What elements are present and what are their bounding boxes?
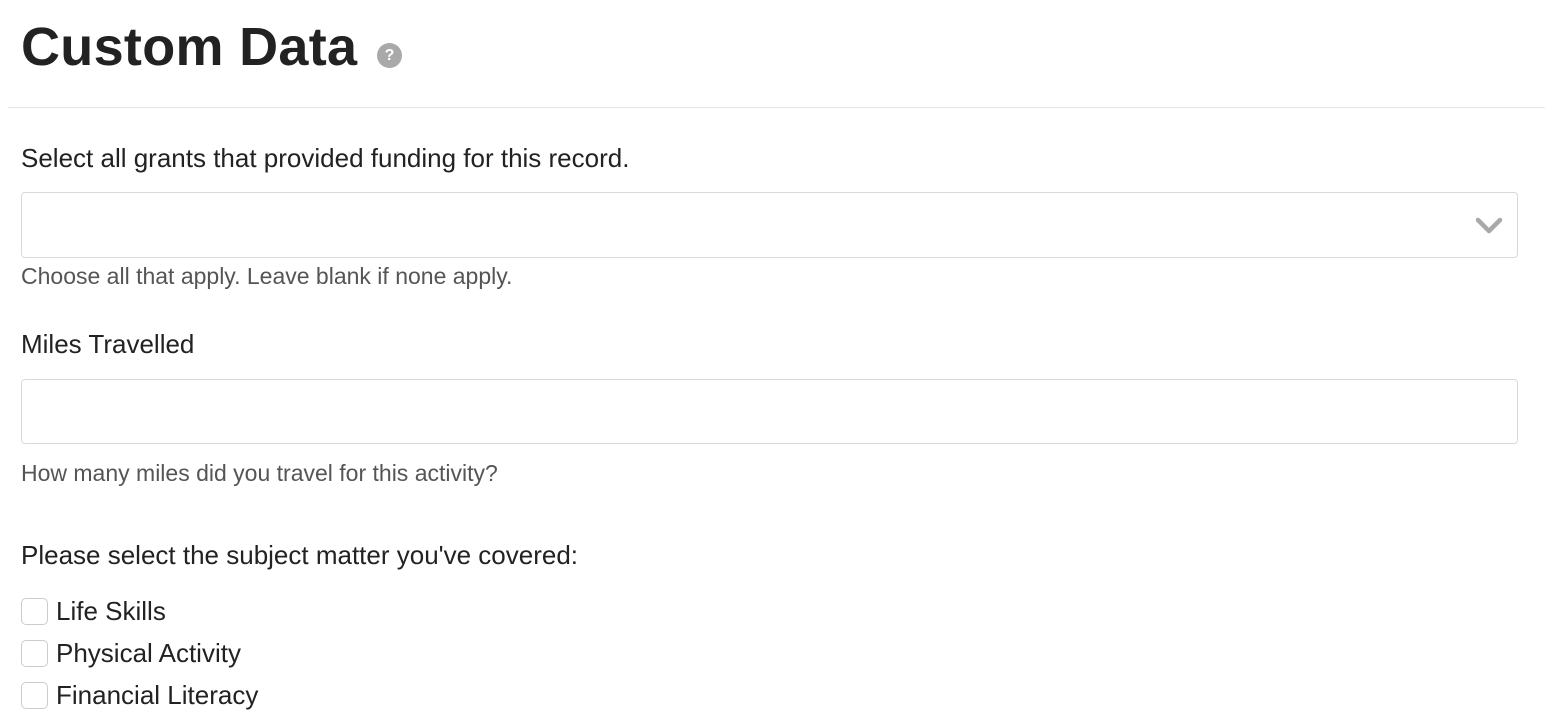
header-divider — [8, 107, 1545, 108]
checkbox[interactable] — [21, 597, 48, 625]
checkbox[interactable] — [21, 681, 48, 709]
help-icon[interactable]: ? — [377, 43, 402, 68]
grants-label: Select all grants that provided funding … — [21, 143, 630, 173]
checkbox-label: Physical Activity — [56, 638, 241, 668]
subject-option-financial-literacy[interactable]: Financial Literacy — [21, 680, 258, 710]
checkbox[interactable] — [21, 639, 48, 667]
miles-label: Miles Travelled — [21, 329, 195, 359]
miles-help-text: How many miles did you travel for this a… — [21, 460, 498, 486]
grants-select[interactable] — [21, 192, 1518, 258]
subjects-label: Please select the subject matter you've … — [21, 540, 579, 570]
subject-option-life-skills[interactable]: Life Skills — [21, 596, 166, 626]
checkbox-label: Life Skills — [56, 596, 166, 626]
checkbox-label: Financial Literacy — [56, 680, 259, 710]
page-header: Custom Data ? — [0, 0, 1545, 108]
chevron-down-icon — [1475, 217, 1503, 234]
miles-input[interactable] — [21, 379, 1518, 444]
page-title: Custom Data — [21, 17, 358, 77]
subject-option-physical-activity[interactable]: Physical Activity — [21, 638, 241, 668]
grants-help-text: Choose all that apply. Leave blank if no… — [21, 263, 513, 289]
